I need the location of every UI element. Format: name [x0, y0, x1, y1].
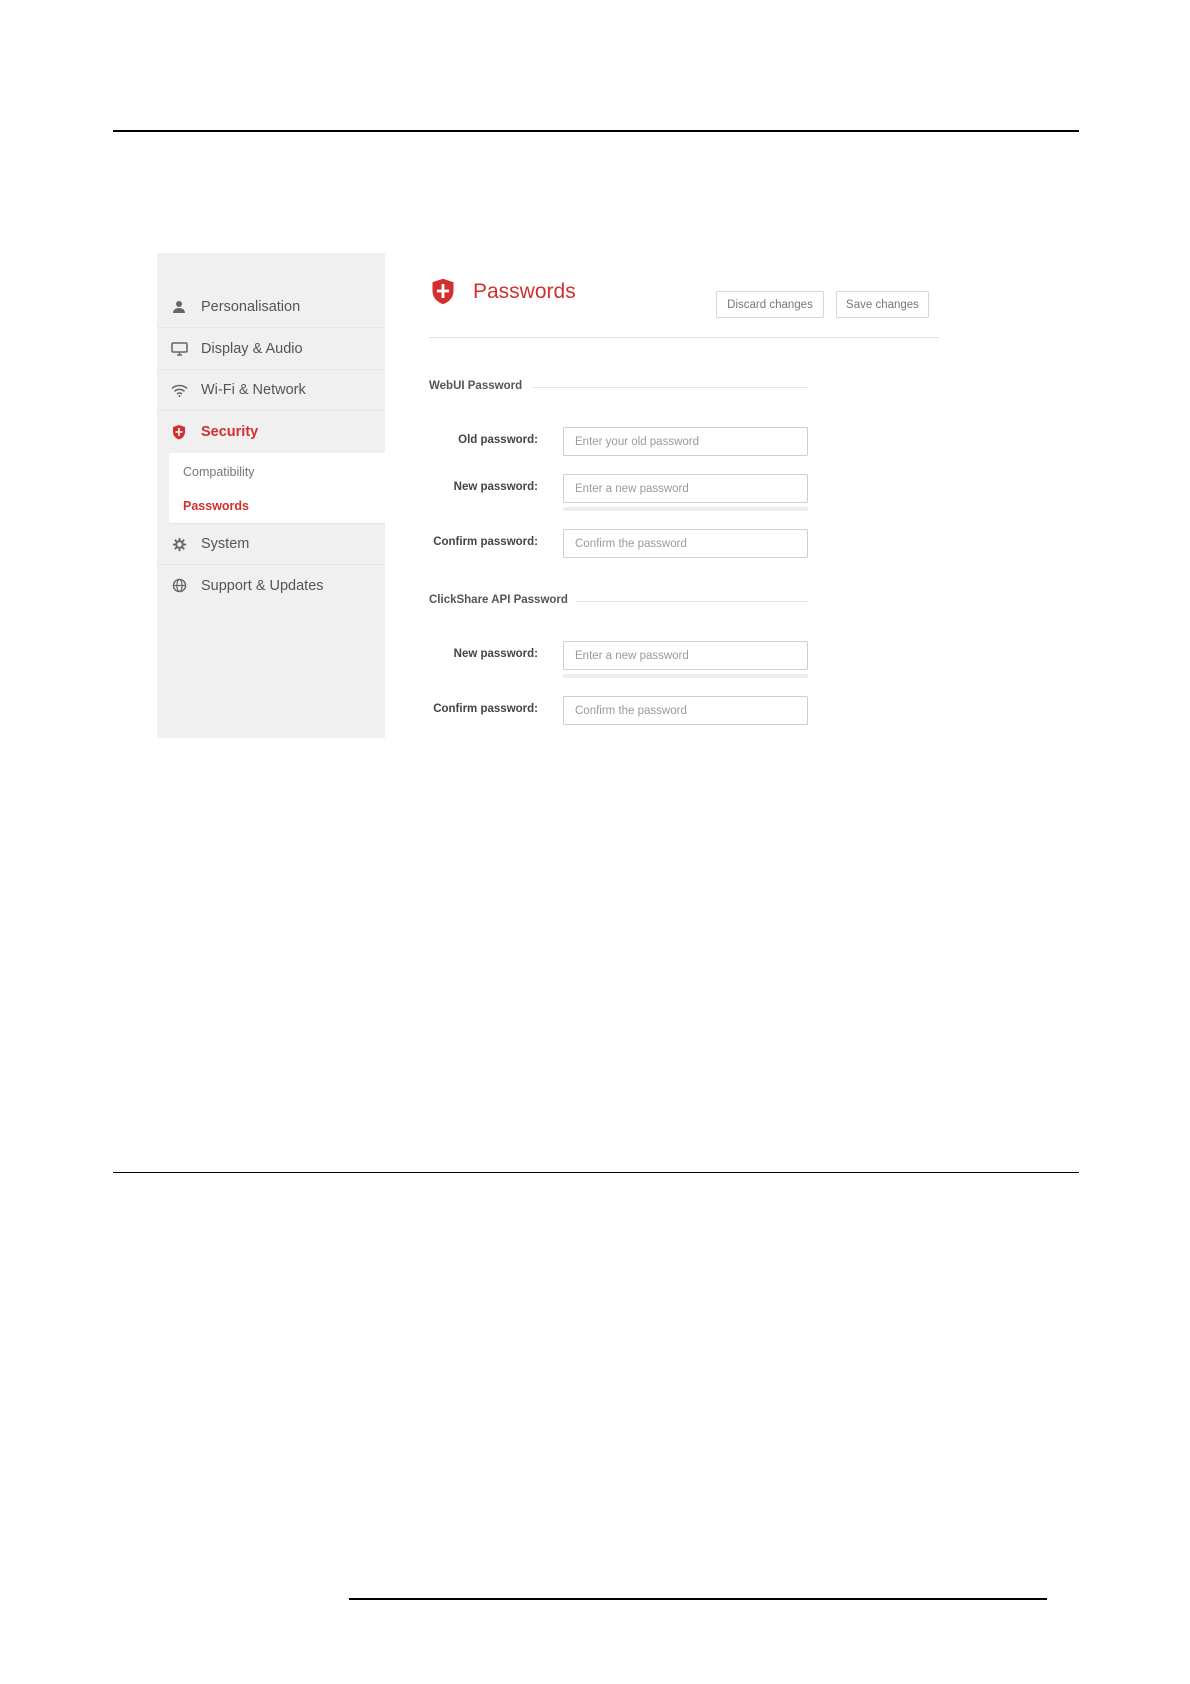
page-title: Passwords [473, 280, 576, 303]
api-new-password-input[interactable] [563, 641, 808, 670]
password-strength-bar [563, 507, 808, 511]
submenu-item-compatibility[interactable]: Compatibility [183, 465, 255, 479]
gear-icon [169, 534, 189, 554]
sidebar-item-system[interactable]: System [157, 524, 385, 565]
wifi-icon [169, 380, 189, 400]
sidebar-item-label: System [201, 536, 250, 552]
section-divider [533, 387, 808, 388]
sidebar-item-personalisation[interactable]: Personalisation [157, 287, 385, 328]
header-divider [429, 337, 939, 338]
sidebar-item-label: Display & Audio [201, 341, 303, 357]
shield-icon [169, 422, 189, 442]
sidebar-item-label: Personalisation [201, 299, 301, 315]
sidebar-item-label: Security [201, 423, 259, 440]
old-password-input[interactable] [563, 427, 808, 456]
api-confirm-password-input[interactable] [563, 696, 808, 725]
monitor-icon [169, 339, 189, 359]
confirm-password-input[interactable] [563, 529, 808, 558]
sidebar-item-security[interactable]: Security [157, 411, 385, 452]
old-password-label: Old password: [458, 434, 538, 446]
webui-section-title: WebUI Password [429, 380, 523, 392]
page-footer-rule [349, 1598, 1047, 1600]
sidebar-item-support-updates[interactable]: Support & Updates [157, 565, 385, 606]
discard-changes-button[interactable]: Discard changes [716, 291, 824, 318]
sidebar-item-label: Support & Updates [201, 577, 324, 594]
user-icon [169, 297, 189, 317]
api-new-password-label: New password: [453, 648, 538, 660]
new-password-input[interactable] [563, 474, 808, 503]
page-middle-rule [113, 1172, 1079, 1173]
globe-icon [169, 576, 189, 596]
settings-sidebar: Personalisation Display & Audio Wi-Fi & … [157, 253, 385, 738]
confirm-password-label: Confirm password: [433, 536, 538, 548]
sidebar-item-wifi-network[interactable]: Wi-Fi & Network [157, 370, 385, 411]
save-changes-button[interactable]: Save changes [836, 291, 929, 318]
sidebar-item-display-audio[interactable]: Display & Audio [157, 329, 385, 370]
api-confirm-password-label: Confirm password: [433, 703, 538, 715]
password-strength-bar [563, 674, 808, 678]
page-top-rule [113, 130, 1079, 132]
shield-icon [430, 277, 456, 305]
new-password-label: New password: [453, 481, 538, 493]
submenu-item-passwords[interactable]: Passwords [183, 499, 249, 513]
security-submenu: Compatibility Passwords [169, 453, 385, 524]
api-section-title: ClickShare API Password [429, 594, 568, 606]
sidebar-item-label: Wi-Fi & Network [201, 382, 306, 398]
section-divider [575, 601, 808, 602]
